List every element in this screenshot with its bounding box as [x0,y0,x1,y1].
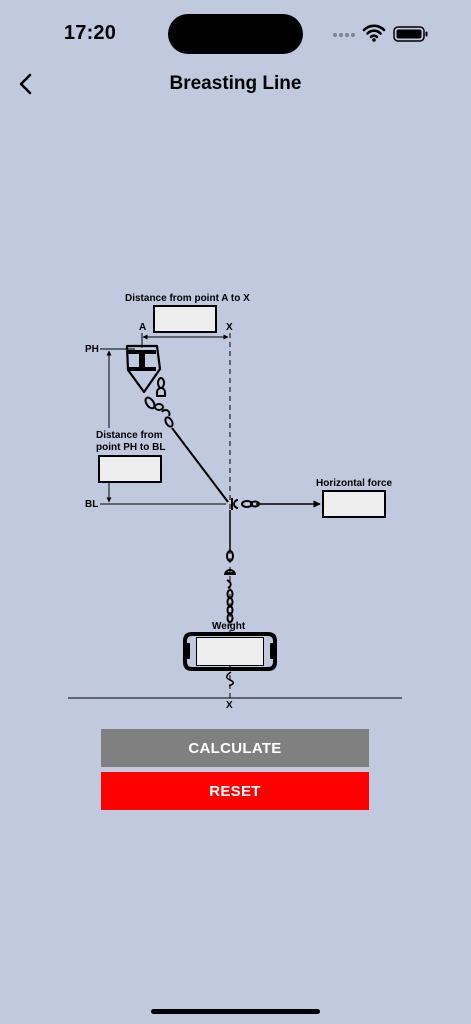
reset-button[interactable]: RESET [101,772,369,810]
padeye-icon [125,344,162,394]
label-distance-a-to-x: Distance from point A to X [125,293,250,304]
calculate-button[interactable]: CALCULATE [101,729,369,767]
home-indicator [151,1009,320,1014]
label-weight: Weight [212,621,246,632]
label-ph: PH [85,344,99,355]
label-point-x-top: X [226,322,233,333]
distance-ph-to-bl-input[interactable] [98,455,162,483]
junction-shackle-icon [231,498,260,510]
breasting-wire [171,427,229,503]
horizontal-force-input[interactable] [322,490,386,518]
label-distance-ph-to-bl-line2: point PH to BL [96,442,166,453]
label-point-a: A [139,322,147,333]
breasting-line-diagram: Distance from point A to X A X PH Distan… [0,0,471,1024]
distance-a-to-x-input[interactable] [153,305,217,333]
label-horizontal-force: Horizontal force [316,478,393,489]
lower-chain-icon [224,510,236,623]
label-bl: BL [85,499,99,510]
label-distance-ph-to-bl-line1: Distance from [96,430,163,441]
label-point-x-bottom: X [226,700,233,711]
weight-input[interactable] [196,637,264,666]
